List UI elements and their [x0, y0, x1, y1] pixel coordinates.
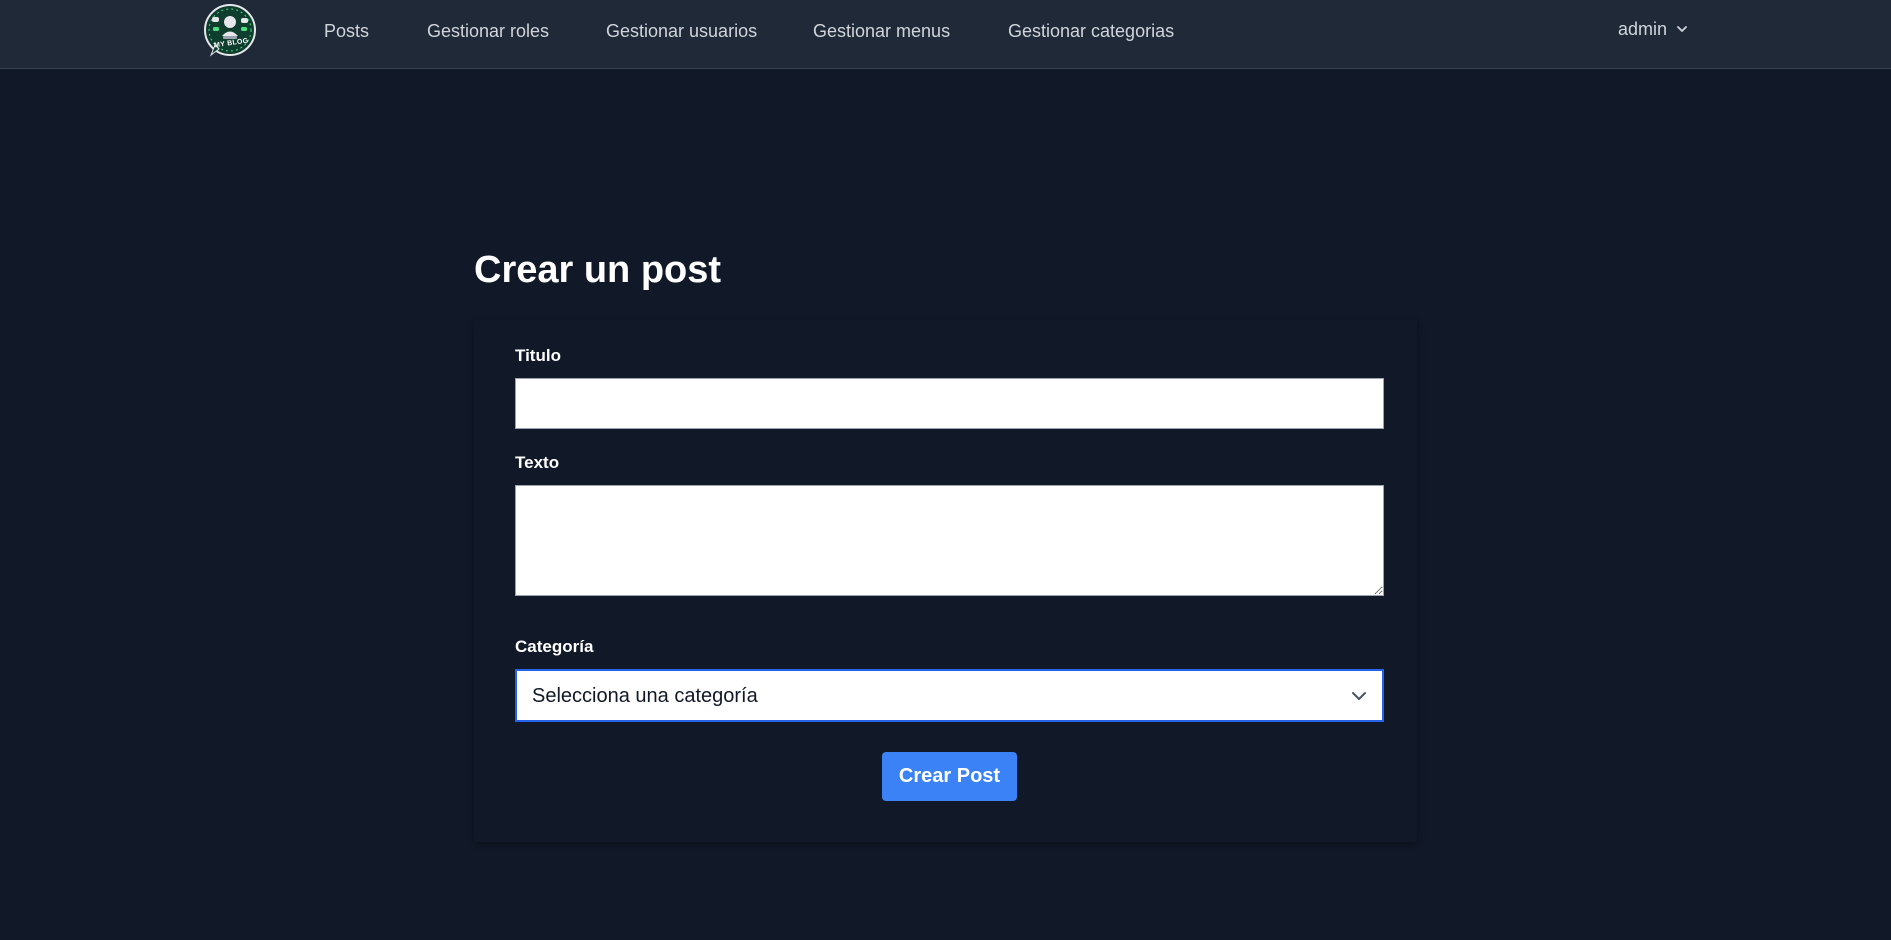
- create-post-button[interactable]: Crear Post: [882, 752, 1017, 801]
- chevron-down-icon: [1352, 691, 1366, 700]
- category-select[interactable]: Selecciona una categoría: [515, 669, 1384, 722]
- text-textarea[interactable]: [515, 485, 1384, 596]
- blog-logo-icon: [204, 4, 256, 57]
- nav-link-gestionar-menus[interactable]: Gestionar menus: [813, 20, 950, 42]
- title-field-label: Titulo: [515, 346, 561, 365]
- category-select-value: Selecciona una categoría: [532, 684, 758, 707]
- text-field-label: Texto: [515, 453, 560, 472]
- nav-link-posts[interactable]: Posts: [324, 20, 369, 42]
- nav-link-gestionar-categorias[interactable]: Gestionar categorias: [1008, 20, 1174, 42]
- top-navbar: MY BLOG Posts Gestionar roles Gestionar …: [0, 0, 1891, 69]
- nav-link-gestionar-usuarios[interactable]: Gestionar usuarios: [606, 20, 757, 42]
- page-title: Crear un post: [474, 249, 722, 291]
- nav-link-gestionar-roles[interactable]: Gestionar roles: [427, 20, 549, 42]
- blog-logo[interactable]: MY BLOG: [203, 3, 257, 57]
- user-menu-dropdown[interactable]: admin: [1618, 18, 1689, 40]
- chevron-down-icon: [1677, 26, 1687, 32]
- category-field-label: Categoría: [515, 637, 594, 656]
- title-input[interactable]: [515, 378, 1384, 429]
- user-name: admin: [1618, 19, 1668, 39]
